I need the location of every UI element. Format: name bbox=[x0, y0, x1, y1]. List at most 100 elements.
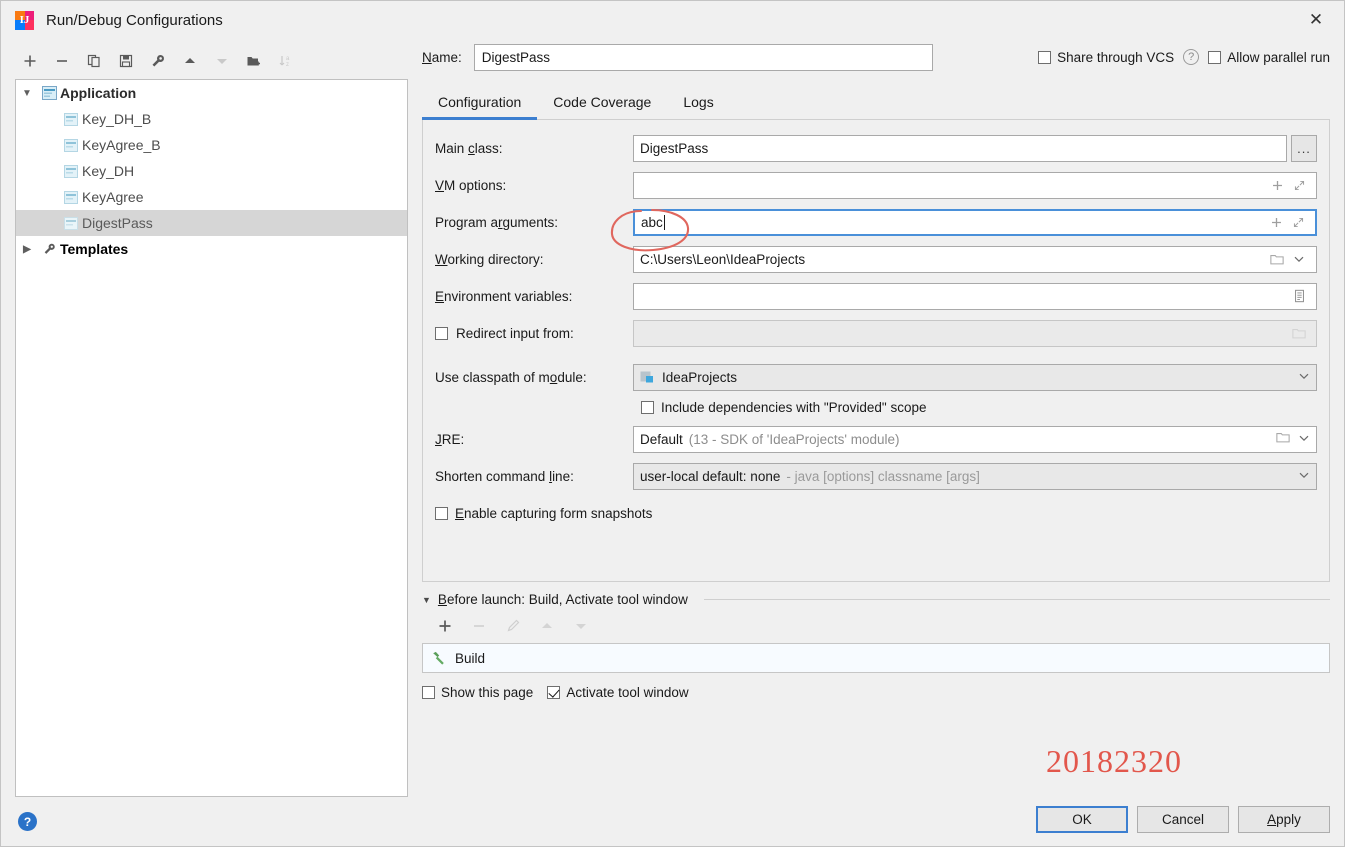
add-task-button[interactable] bbox=[430, 612, 460, 640]
classpath-module-dropdown[interactable]: IdeaProjects bbox=[633, 363, 1317, 391]
activate-tool-window-checkbox[interactable]: Activate tool window bbox=[547, 685, 689, 700]
move-up-button[interactable] bbox=[175, 47, 205, 75]
classpath-module-row: Use classpath of module: IdeaProjects bbox=[435, 363, 1317, 391]
tree-node-keyagree[interactable]: KeyAgree bbox=[16, 184, 407, 210]
tree-node-keyagree-b[interactable]: KeyAgree_B bbox=[16, 132, 407, 158]
include-provided-row: Include dependencies with "Provided" sco… bbox=[633, 400, 1317, 415]
wrench-icon[interactable] bbox=[143, 47, 173, 75]
close-icon[interactable]: ✕ bbox=[1294, 3, 1338, 37]
folder-icon[interactable] bbox=[1266, 247, 1288, 272]
classpath-module-label: Use classpath of module: bbox=[435, 369, 587, 385]
pencil-icon[interactable] bbox=[498, 612, 528, 640]
allow-parallel-run-checkbox[interactable]: Allow parallel run bbox=[1208, 50, 1330, 65]
list-editor-icon[interactable] bbox=[1288, 284, 1310, 309]
configurations-tree[interactable]: ▼ Application Key_DH_B KeyAgree_B Key_DH… bbox=[15, 79, 408, 797]
tree-node-label: KeyAgree_B bbox=[82, 137, 161, 153]
chevron-down-icon[interactable] bbox=[1292, 469, 1310, 484]
configurations-toolbar: a z bbox=[15, 45, 408, 77]
chevron-down-icon[interactable]: ▼ bbox=[16, 88, 38, 99]
shorten-command-line-dropdown[interactable]: user-local default: none - java [options… bbox=[633, 462, 1317, 490]
show-this-page-checkbox[interactable]: Show this page bbox=[422, 685, 533, 700]
working-directory-control: C:\Users\Leon\IdeaProjects bbox=[633, 245, 1317, 273]
remove-configuration-button[interactable] bbox=[47, 47, 77, 75]
jre-actions bbox=[1270, 431, 1310, 447]
chevron-down-icon[interactable] bbox=[1292, 370, 1310, 385]
chevron-right-icon[interactable]: ▶ bbox=[16, 244, 38, 255]
activate-tool-window-label: Activate tool window bbox=[566, 685, 689, 700]
tree-node-digestpass[interactable]: DigestPass bbox=[16, 210, 407, 236]
plus-icon[interactable] bbox=[1266, 173, 1288, 198]
environment-variables-input[interactable] bbox=[633, 282, 1317, 310]
redirect-input-field[interactable] bbox=[633, 319, 1317, 347]
move-task-down-button[interactable] bbox=[566, 612, 596, 640]
before-launch-section: ▼ Before launch: Build, Activate tool wi… bbox=[422, 592, 1330, 700]
run-debug-configurations-dialog: IJ Run/Debug Configurations ✕ a z ▼ Appl… bbox=[0, 0, 1345, 847]
sort-az-icon[interactable]: a z bbox=[271, 47, 301, 75]
add-configuration-button[interactable] bbox=[15, 47, 45, 75]
question-mark-icon[interactable]: ? bbox=[1183, 49, 1200, 65]
shorten-command-line-hint: - java [options] classname [args] bbox=[786, 468, 980, 484]
vm-options-row: VM options: bbox=[435, 171, 1317, 199]
checkbox-box[interactable] bbox=[435, 506, 448, 520]
working-directory-input[interactable]: C:\Users\Leon\IdeaProjects bbox=[633, 245, 1317, 273]
vm-options-input[interactable] bbox=[633, 171, 1317, 199]
checkbox-box[interactable] bbox=[1038, 50, 1052, 64]
remove-task-button[interactable] bbox=[464, 612, 494, 640]
checkbox-box[interactable] bbox=[641, 401, 654, 414]
redirect-input-checkbox[interactable] bbox=[435, 326, 448, 340]
main-class-input[interactable]: DigestPass bbox=[633, 134, 1287, 162]
before-launch-task-label: Build bbox=[455, 650, 486, 666]
triangle-down-icon[interactable]: ▼ bbox=[422, 595, 431, 605]
chevron-down-icon[interactable] bbox=[1288, 247, 1310, 272]
expand-icon[interactable] bbox=[1288, 173, 1310, 198]
vm-options-label: VM options: bbox=[435, 177, 507, 193]
apply-button[interactable]: Apply bbox=[1238, 806, 1330, 833]
configuration-panel: Name: Share through VCS ? Allow parallel… bbox=[422, 41, 1330, 700]
plus-icon[interactable] bbox=[1265, 210, 1287, 235]
classpath-module-control: IdeaProjects bbox=[633, 363, 1317, 391]
tree-node-label: DigestPass bbox=[82, 215, 153, 231]
ok-button[interactable]: OK bbox=[1036, 806, 1128, 833]
form-snapshots-checkbox[interactable]: Enable capturing form snapshots bbox=[435, 506, 652, 521]
intellij-idea-icon: IJ bbox=[15, 10, 34, 30]
tab-code-coverage[interactable]: Code Coverage bbox=[537, 94, 667, 119]
redirect-input-control bbox=[633, 319, 1317, 347]
checkbox-box[interactable] bbox=[547, 686, 561, 699]
tree-node-label: Application bbox=[60, 85, 137, 101]
before-launch-footer: Show this page Activate tool window bbox=[422, 685, 1330, 700]
tree-node-templates[interactable]: ▶ Templates bbox=[16, 236, 407, 262]
jre-dropdown[interactable]: Default (13 - SDK of 'IdeaProjects' modu… bbox=[633, 425, 1317, 453]
help-icon[interactable]: ? bbox=[18, 812, 37, 831]
before-launch-task-list[interactable]: Build bbox=[422, 643, 1330, 673]
tree-node-label: KeyAgree bbox=[82, 189, 144, 205]
program-arguments-input[interactable]: abc bbox=[633, 208, 1317, 236]
module-icon bbox=[640, 370, 655, 384]
tree-node-application[interactable]: ▼ Application bbox=[16, 80, 407, 106]
before-launch-toolbar bbox=[430, 613, 1330, 639]
save-configuration-button[interactable] bbox=[111, 47, 141, 75]
copy-configuration-button[interactable] bbox=[79, 47, 109, 75]
checkbox-box[interactable] bbox=[1208, 50, 1222, 64]
redirect-input-label-text: Redirect input from: bbox=[456, 325, 574, 341]
share-through-vcs-checkbox[interactable]: Share through VCS bbox=[1038, 50, 1174, 65]
move-down-button[interactable] bbox=[207, 47, 237, 75]
tab-logs[interactable]: Logs bbox=[667, 94, 729, 119]
tab-configuration[interactable]: Configuration bbox=[422, 94, 538, 120]
ellipsis-icon[interactable]: ... bbox=[1291, 134, 1317, 162]
text-caret bbox=[663, 214, 665, 230]
name-input[interactable] bbox=[473, 43, 933, 71]
jre-value: Default bbox=[640, 431, 683, 447]
folder-add-icon[interactable] bbox=[239, 47, 269, 75]
chevron-down-icon[interactable] bbox=[1298, 432, 1310, 447]
tree-node-key-dh-b[interactable]: Key_DH_B bbox=[16, 106, 407, 132]
program-arguments-label: Program arguments: bbox=[435, 214, 559, 230]
expand-icon[interactable] bbox=[1287, 210, 1309, 235]
tree-node-key-dh[interactable]: Key_DH bbox=[16, 158, 407, 184]
share-through-vcs-label: Share through VCS bbox=[1057, 49, 1175, 65]
form-snapshots-label: Enable capturing form snapshots bbox=[455, 505, 653, 521]
folder-icon[interactable] bbox=[1276, 431, 1290, 447]
cancel-button[interactable]: Cancel bbox=[1137, 806, 1229, 833]
include-provided-checkbox[interactable]: Include dependencies with "Provided" sco… bbox=[641, 400, 927, 415]
checkbox-box[interactable] bbox=[422, 686, 435, 699]
move-task-up-button[interactable] bbox=[532, 612, 562, 640]
